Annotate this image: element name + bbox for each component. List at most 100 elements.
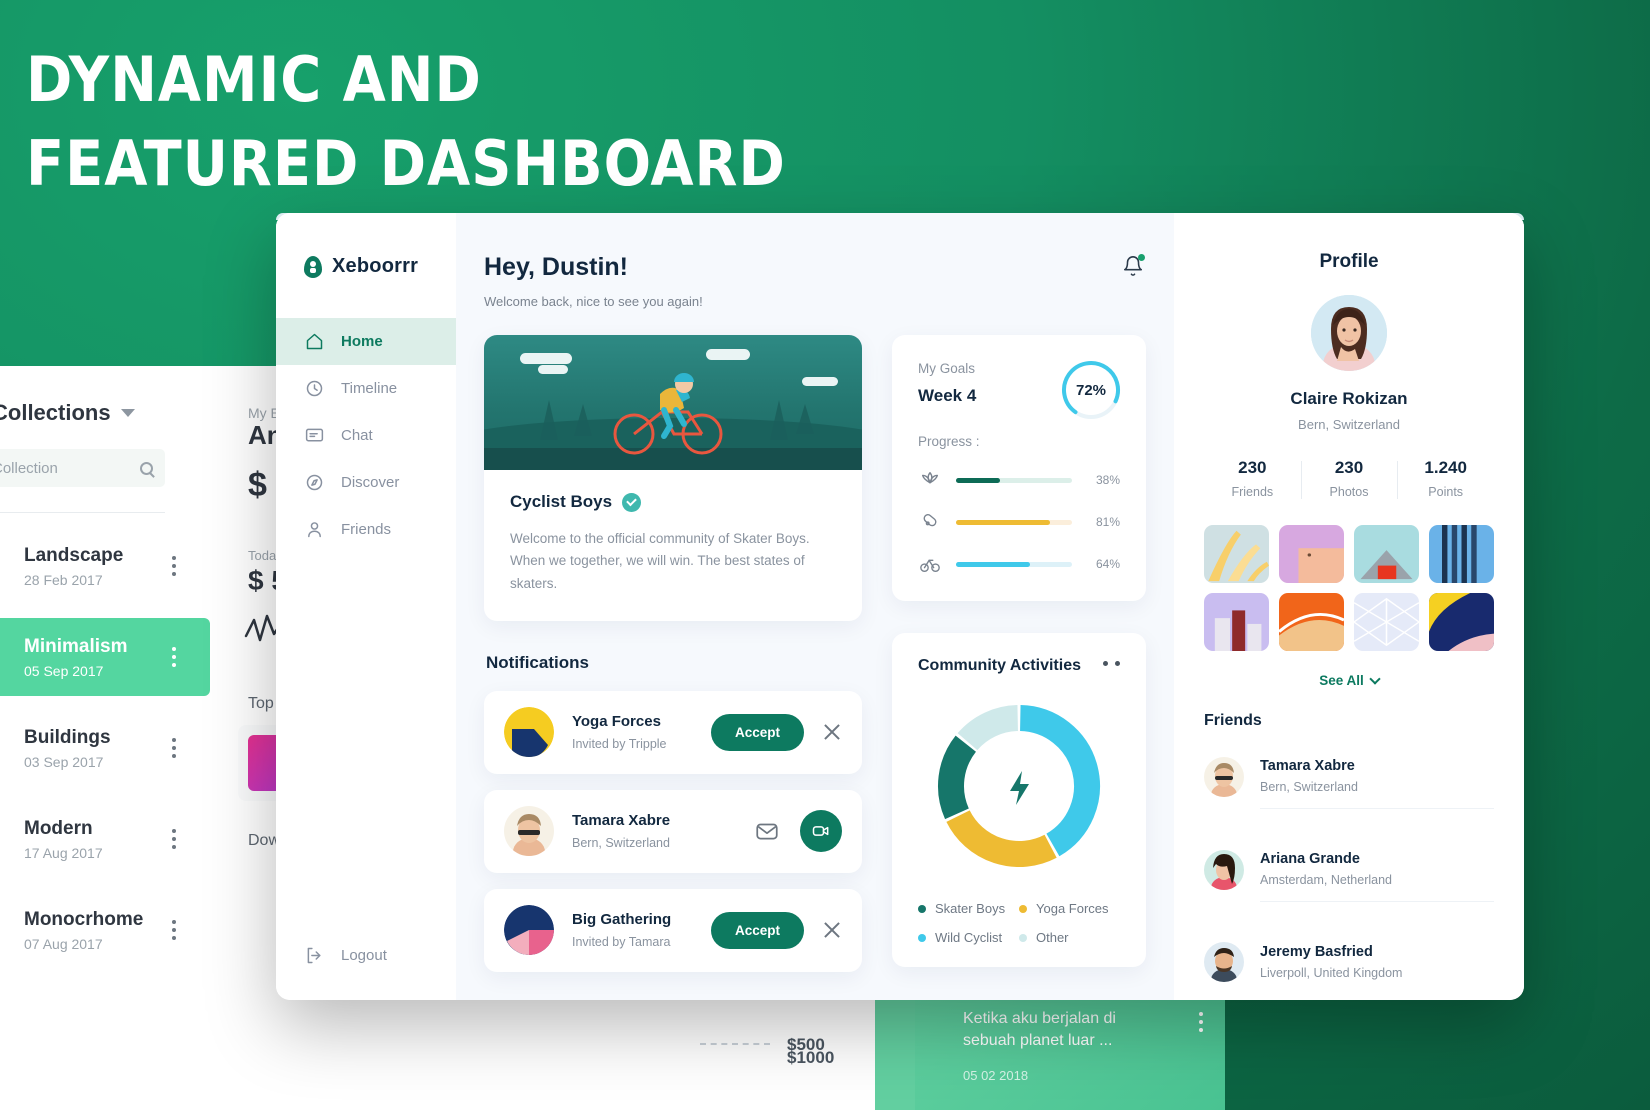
collections-title-row: Collections [0,400,135,426]
divider [0,512,165,513]
kebab-menu-icon[interactable] [172,738,176,758]
notification-title: Yoga Forces [572,713,661,731]
profile-stat-value: 230 [1238,458,1267,477]
avatar [504,806,554,857]
legend-item: Other [1019,930,1120,945]
community-card-title: Cyclist Boys [510,492,613,511]
avatar [1204,942,1244,982]
hero-title: Dynamic and Featured Dashboard [26,38,966,207]
lotus-icon [918,469,942,491]
photo-thumbnail[interactable] [1279,593,1344,651]
video-call-button[interactable] [800,810,842,853]
kebab-menu-icon[interactable] [172,920,176,940]
profile-name: Claire Rokizan [1290,389,1408,408]
notifications-list: Yoga Forces Invited by Tripple Accept Tamar… [484,690,862,972]
logo-drop-icon [304,255,322,278]
bg-green-card-title: Ketika aku berjalan di sebuah planet lua… [963,1010,1116,1049]
accept-button[interactable]: Accept [710,713,804,751]
collection-item-date: 07 Aug 2017 [24,935,103,952]
more-options-icon[interactable] [1103,661,1120,666]
friend-row[interactable]: Jeremy Basfried Liverpoll, United Kingdom [1204,916,1494,1000]
collection-item-title: Buildings [24,726,111,748]
collection-item[interactable]: Monocrhome 07 Aug 2017 [0,891,210,969]
sidebar-item-label: Timeline [341,380,398,397]
chevron-down-icon[interactable] [120,409,135,417]
collection-item[interactable]: Minimalism 05 Sep 2017 [0,618,210,696]
friend-row[interactable]: Tamara Xabre Bern, Switzerland [1204,730,1494,823]
profile-stat: 1.240 Points [1397,458,1494,499]
goal-bar-track [956,477,1072,483]
sidebar-item-chat[interactable]: Chat [276,412,456,459]
kebab-menu-icon[interactable] [172,556,176,576]
donut-segment [1019,705,1100,857]
goal-bar-percent: 38% [1095,473,1120,487]
notification-subtitle: Invited by Tamara [572,935,671,950]
chevron-down-icon [1369,672,1381,685]
collection-search-input[interactable]: Collection [0,449,165,487]
donut-segment [957,705,1019,751]
page-subtitle: Welcome back, nice to see you again! [484,294,703,309]
logout-button[interactable]: Logout [304,945,387,966]
friend-info: Jeremy Basfried Liverpoll, United Kingdom [1260,944,1494,994]
legend-label: Yoga Forces [1036,901,1109,916]
accept-button[interactable]: Accept [710,911,804,949]
photo-thumbnail[interactable] [1204,525,1269,583]
dashed-gridline [700,1043,770,1045]
notification-info: Tamara Xabre Bern, Switzerland [572,812,754,850]
bg-today-label: Toda [248,548,277,563]
friend-name: Tamara Xabre [1260,758,1355,774]
goal-bar-percent: 81% [1095,515,1120,529]
collections-title: Collections [0,400,111,425]
right-column: My Goals Week 4 Progress : 38% 81% 64% 72%… [892,335,1146,988]
avatar [504,707,554,758]
close-icon[interactable] [822,722,842,742]
collection-item[interactable]: Modern 17 Aug 2017 [0,800,210,878]
sidebar-item-friends[interactable]: Friends [276,506,456,553]
home-icon [304,331,325,352]
photo-thumbnail[interactable] [1429,593,1494,651]
collection-item[interactable]: Buildings 03 Sep 2017 [0,709,210,787]
photo-thumbnail[interactable] [1354,593,1419,651]
kebab-menu-icon[interactable] [1199,1012,1203,1032]
collection-item-title: Monocrhome [24,908,144,930]
close-icon[interactable] [822,920,842,940]
overall-progress-value: 72% [1075,381,1107,399]
collection-item-title: Landscape [24,544,124,566]
profile-stats: 230 Friends 230 Photos 1.240 Points [1204,458,1494,499]
avatar [1311,295,1387,371]
sidebar-item-home[interactable]: Home [276,318,456,365]
profile-stat: 230 Friends [1204,458,1301,499]
sidebar-item-timeline[interactable]: Timeline [276,365,456,412]
kebab-menu-icon[interactable] [172,829,176,849]
goals-bars: 38% 81% 64% [918,469,1120,575]
chart-legend: Skater Boys Yoga Forces Wild Cyclist Other [918,901,1120,945]
friend-name: Jeremy Basfried [1260,944,1373,960]
sidebar: Xeboorrr Home Timeline Chat Discover Friends… [276,213,456,1000]
notification-bell-icon[interactable] [1122,254,1145,279]
logout-icon [304,945,325,966]
goal-bar-track [956,561,1072,567]
photo-thumbnail[interactable] [1429,525,1494,583]
mail-icon[interactable] [754,818,780,844]
collection-item-date: 17 Aug 2017 [24,844,103,861]
friend-row[interactable]: Ariana Grande Amsterdam, Netherland [1204,823,1494,916]
profile-stat-label: Friends [1231,485,1274,499]
collection-search-placeholder: Collection [0,459,58,477]
collection-item-date: 03 Sep 2017 [24,753,104,770]
friend-name: Ariana Grande [1260,851,1360,867]
photo-thumbnail[interactable] [1354,525,1419,583]
legend-color-dot [918,933,926,942]
sidebar-item-discover[interactable]: Discover [276,459,456,506]
legend-label: Wild Cyclist [935,930,1003,945]
notifications-heading: Notifications [486,652,589,672]
collection-item[interactable]: Landscape 28 Feb 2017 [0,527,210,605]
brand[interactable]: Xeboorrr [276,213,456,278]
photo-thumbnail[interactable] [1204,593,1269,651]
friend-location: Amsterdam, Netherland [1260,873,1393,887]
photo-thumbnail[interactable] [1279,525,1344,583]
sidebar-item-label: Chat [341,427,373,444]
legend-color-dot [1019,904,1027,913]
see-all-button[interactable]: See All [1204,672,1494,688]
goal-bar-row: 81% [918,511,1120,533]
kebab-menu-icon[interactable] [172,647,176,667]
